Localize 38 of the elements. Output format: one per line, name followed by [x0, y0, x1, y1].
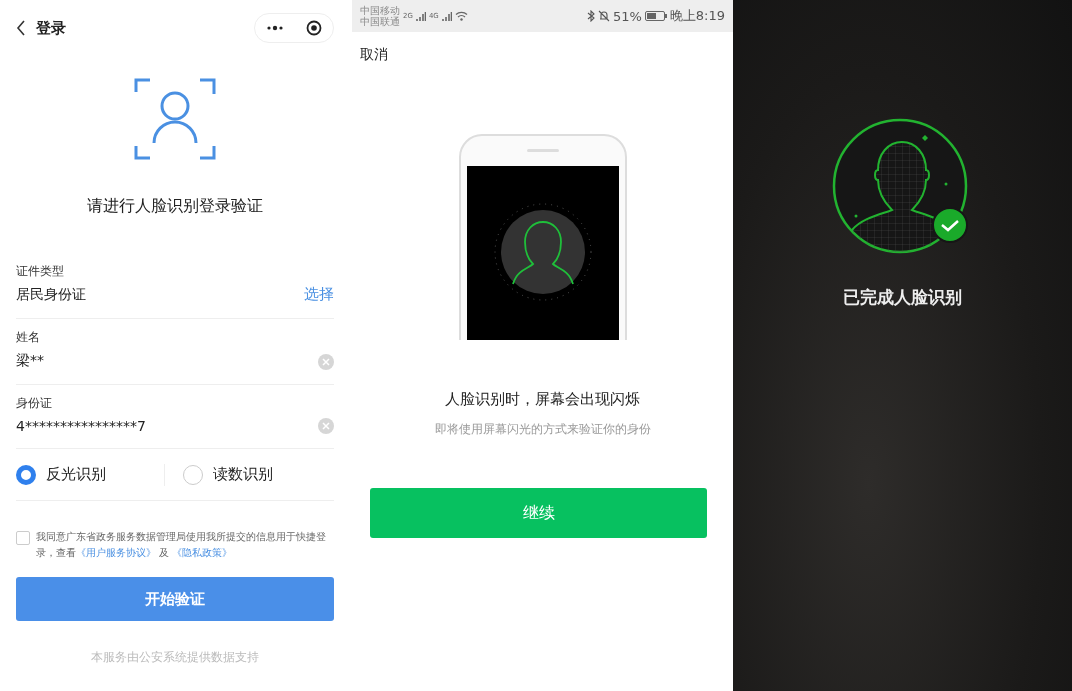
flash-subtitle: 即将使用屏幕闪光的方式来验证你的身份	[433, 421, 652, 438]
agreement-link[interactable]: 《用户服务协议》	[76, 547, 156, 558]
prompt-text: 请进行人脸识别登录验证	[86, 196, 264, 217]
form-field[interactable]: 身份证 4****************7	[16, 385, 334, 449]
mode-option[interactable]: 读数识别	[183, 464, 331, 485]
field-label: 身份证	[16, 395, 53, 412]
clock: 晚上8:19	[669, 7, 725, 25]
footer-text: 本服务由公安系统提供数据支持	[90, 649, 260, 666]
signal-icon	[415, 11, 426, 21]
radio[interactable]	[183, 464, 203, 485]
target-icon[interactable]	[306, 20, 322, 36]
carrier-name: 中国移动	[360, 5, 400, 16]
flash-title: 人脸识别时，屏幕会出现闪烁	[444, 390, 641, 409]
face-scan-icon	[134, 78, 216, 160]
radio[interactable]	[16, 464, 36, 485]
wifi-icon	[454, 11, 468, 21]
battery-icon	[644, 11, 667, 21]
field-value: 居民身份证	[16, 286, 87, 304]
bluetooth-icon	[586, 10, 595, 22]
field-value: 梁**	[16, 352, 45, 370]
more-icon[interactable]	[266, 25, 284, 31]
form-field[interactable]: 证件类型 居民身份证 选择	[16, 253, 334, 319]
agreement-link[interactable]: 《隐私政策》	[172, 547, 233, 558]
checkbox[interactable]	[16, 531, 30, 545]
cancel-link[interactable]: 取消	[360, 46, 733, 64]
page-title: 登录	[36, 18, 67, 38]
field-value: 4****************7	[16, 418, 147, 434]
mute-icon	[597, 10, 610, 22]
back-icon[interactable]	[16, 20, 26, 36]
done-message: 已完成人脸识别	[843, 286, 962, 309]
agreement-text: 我同意广东省政务服务数据管理局使用我所提交的信息用于快捷登录，查看《用户服务协议》 及 《隐私政策》	[36, 530, 327, 560]
form-field[interactable]: 姓名 梁**	[16, 319, 334, 385]
field-label: 姓名	[16, 329, 41, 346]
carrier-name: 中国联通	[360, 16, 400, 27]
signal-icon	[441, 11, 452, 21]
mode-option[interactable]: 反光识别	[16, 464, 164, 485]
field-label: 证件类型	[16, 263, 65, 280]
battery-percent: 51%	[612, 8, 642, 24]
